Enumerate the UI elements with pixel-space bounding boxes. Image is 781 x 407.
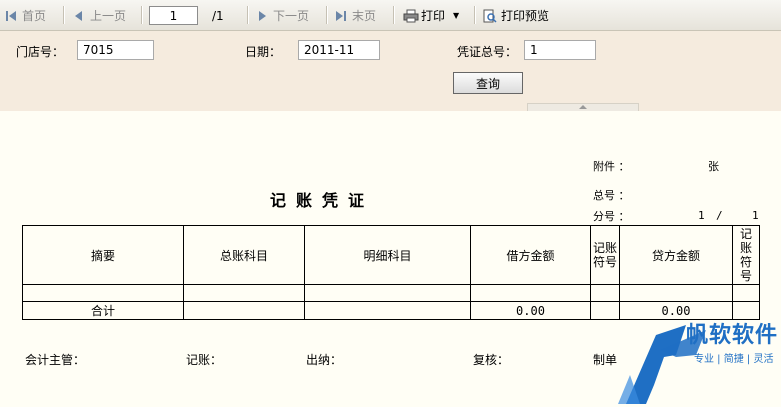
next-page-icon (255, 9, 269, 23)
table-cell (304, 284, 471, 302)
cashier-signature-label: 出纳： (306, 353, 343, 367)
col-posted-mark-2-char: 记 (739, 227, 752, 241)
prev-page-button[interactable]: 上一页 (72, 7, 126, 25)
first-page-button[interactable]: 首页 (4, 7, 46, 25)
attachment-label: 附件 ： (593, 160, 630, 173)
printer-icon (403, 9, 419, 23)
col-posted-mark-2: 记 账 符 号 (732, 225, 760, 285)
table-cell (304, 301, 471, 320)
date-input[interactable] (298, 40, 380, 60)
print-label: 打印 (421, 9, 446, 23)
fanruan-logo: 帆软软件 专业 | 简捷 | 灵活 (616, 295, 781, 404)
total-number-label: 总号 ： (593, 189, 630, 202)
toolbar-divider (63, 6, 65, 24)
sub-number-separator: / (716, 209, 723, 222)
table-header-row: 摘要 总账科目 明细科目 借方金额 记账 符号 贷方金额 记 账 符 号 (22, 225, 760, 285)
logo-brand-text: 帆软软件 (686, 323, 779, 348)
maker-signature-label: 制单 (593, 353, 618, 367)
toolbar-divider (247, 6, 249, 24)
col-posted-mark-2-char: 账 (739, 241, 752, 255)
total-label: 合计 (22, 301, 184, 320)
sub-number-total: 1 (752, 209, 759, 222)
col-posted-mark-1-line: 记账 (592, 241, 617, 255)
supervisor-signature-label: 会计主管： (25, 353, 86, 367)
next-page-button[interactable]: 下一页 (255, 7, 309, 25)
print-preview-icon (483, 9, 497, 23)
last-page-icon (334, 9, 348, 23)
col-debit-amount: 借方金额 (470, 225, 591, 285)
query-button[interactable]: 查询 (453, 72, 523, 94)
table-cell (183, 284, 305, 302)
total-debit: 0.00 (470, 301, 591, 320)
col-posted-mark-1-line: 符号 (592, 255, 617, 269)
prev-page-icon (72, 9, 86, 23)
reviewer-signature-label: 复核： (473, 353, 510, 367)
last-page-button[interactable]: 末页 (334, 7, 376, 25)
toolbar-divider (326, 6, 328, 24)
bookkeeper-signature-label: 记账： (186, 353, 223, 367)
col-credit-amount: 贷方金额 (619, 225, 733, 285)
toolbar-divider (141, 6, 143, 24)
report-toolbar: 首页 上一页 /1 下一页 末页 打印 ▼ 打印预览 (0, 0, 781, 31)
logo-slogan-text: 专业 | 简捷 | 灵活 (694, 354, 774, 365)
table-cell (470, 284, 591, 302)
col-detail-account: 明细科目 (304, 225, 471, 285)
voucher-total-input[interactable] (524, 40, 596, 60)
toolbar-divider (474, 6, 476, 24)
store-input[interactable] (77, 40, 154, 60)
store-label: 门店号： (16, 45, 65, 59)
col-summary: 摘要 (22, 225, 184, 285)
col-posted-mark-1: 记账 符号 (590, 225, 620, 285)
table-cell (183, 301, 305, 320)
print-preview-button[interactable]: 打印预览 (483, 7, 549, 25)
col-general-account: 总账科目 (183, 225, 305, 285)
dropdown-arrow-icon[interactable]: ▼ (453, 7, 459, 25)
page-total-label: /1 (212, 9, 224, 23)
report-title: 记账凭证 (270, 191, 375, 210)
next-page-label: 下一页 (273, 9, 310, 23)
first-page-label: 首页 (22, 9, 47, 23)
sub-number-current: 1 (698, 209, 705, 222)
first-page-icon (4, 9, 18, 23)
col-posted-mark-2-char: 符 (739, 255, 752, 269)
col-posted-mark-2-char: 号 (739, 269, 752, 283)
prev-page-label: 上一页 (90, 9, 127, 23)
voucher-total-label: 凭证总号： (457, 45, 518, 59)
date-label: 日期： (245, 45, 282, 59)
toolbar-divider (393, 6, 395, 24)
table-cell (22, 284, 184, 302)
last-page-label: 末页 (352, 9, 377, 23)
sub-number-label: 分号 ： (593, 210, 630, 223)
print-preview-label: 打印预览 (501, 9, 550, 23)
attachment-unit: 张 (708, 160, 719, 173)
print-button[interactable]: 打印 ▼ (403, 7, 459, 25)
page-number-input[interactable] (149, 6, 198, 25)
